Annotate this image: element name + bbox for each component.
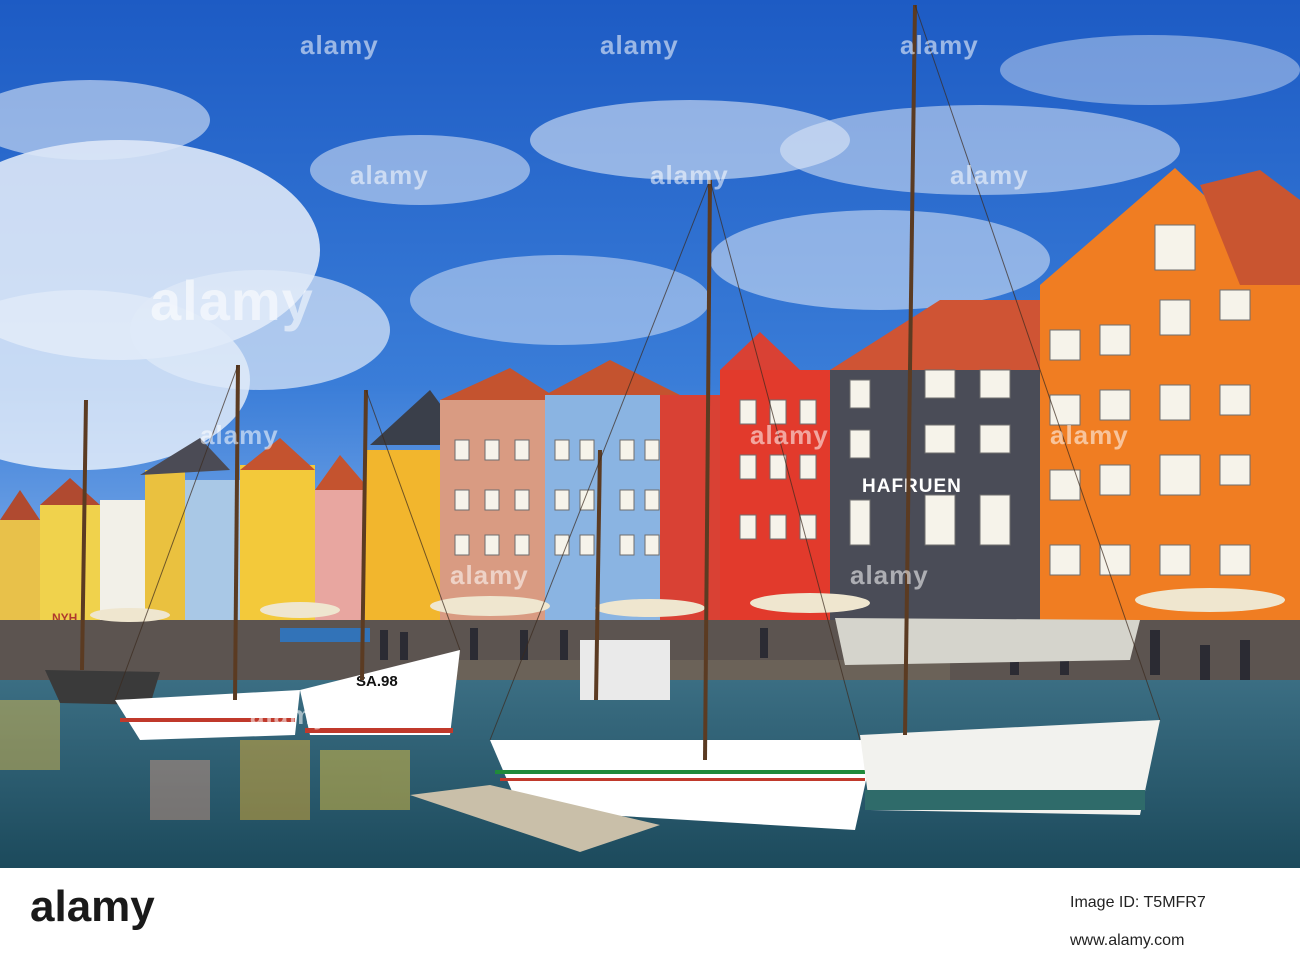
footer-bar: alamy Image ID: T5MFR7 www.alamy.com <box>0 868 1300 956</box>
photo: HAFRUEN NYH SA.98 alamy alamy alamy alam… <box>0 0 1300 868</box>
alamy-logo[interactable]: alamy <box>30 882 155 932</box>
image-id-block: Image ID: T5MFR7 <box>1070 892 1206 913</box>
hafruen-sign: HAFRUEN <box>862 476 962 497</box>
site-url[interactable]: www.alamy.com <box>1070 932 1184 950</box>
image-id-label: Image ID: T5MFR7 <box>1070 894 1206 911</box>
stage: HAFRUEN NYH SA.98 alamy alamy alamy alam… <box>0 0 1300 956</box>
